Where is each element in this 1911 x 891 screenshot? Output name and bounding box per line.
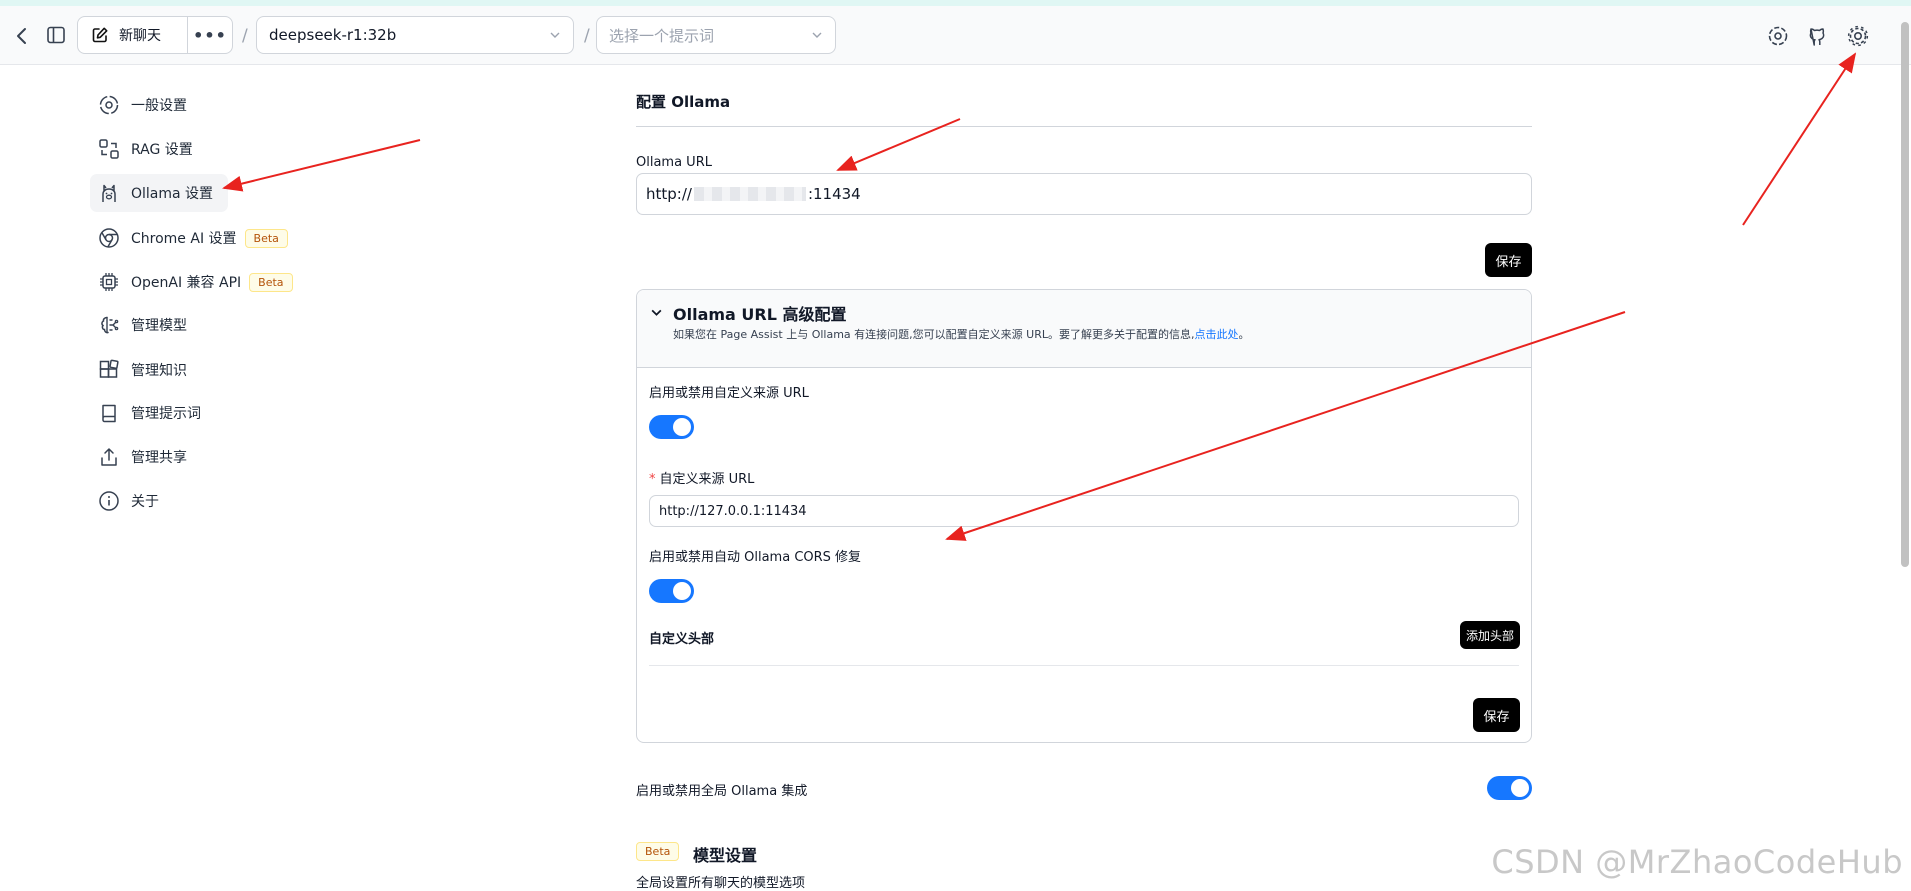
csdn-watermark: CSDN @MrZhaoCodeHub [1491,843,1903,881]
scrollbar[interactable] [1901,22,1909,567]
annotation-arrows [222,52,1857,541]
